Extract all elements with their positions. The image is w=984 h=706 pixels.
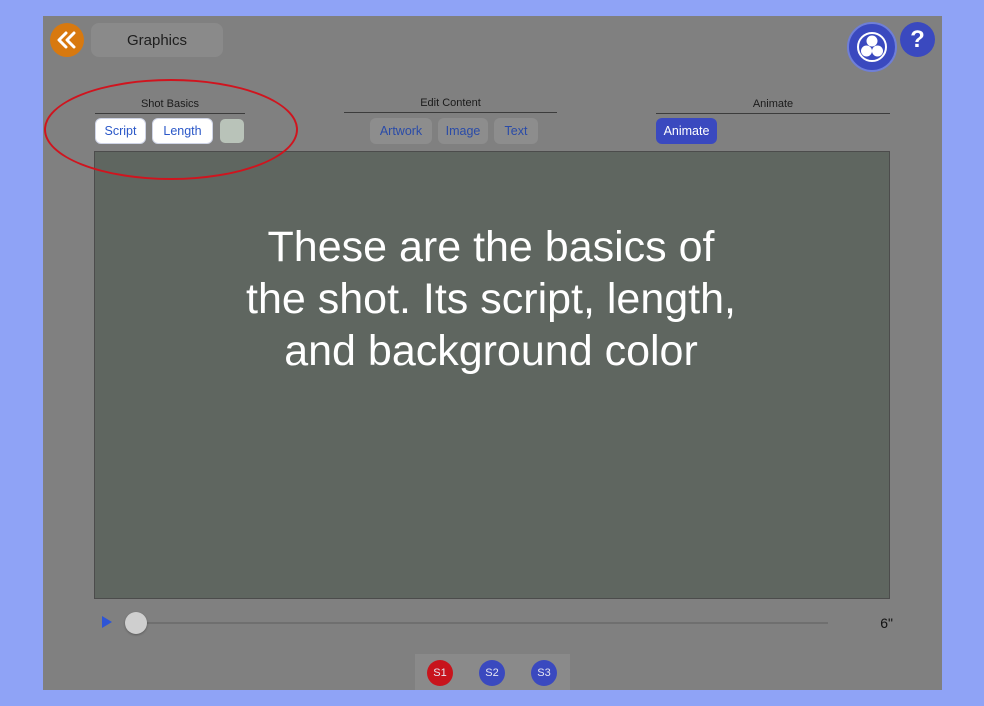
app-window: Graphics ? Shot Basics Script Length Edi… <box>43 16 942 690</box>
artwork-button[interactable]: Artwork <box>370 118 432 144</box>
timeline-scrubber[interactable] <box>125 612 147 634</box>
timeline-track[interactable] <box>128 622 828 624</box>
three-circles-logo-icon <box>857 32 887 62</box>
animate-heading: Animate <box>656 98 890 114</box>
text-button[interactable]: Text <box>494 118 538 144</box>
play-icon[interactable] <box>102 616 112 628</box>
shot-button-s1[interactable]: S1 <box>427 660 453 686</box>
tutorial-overlay-text: These are the basics of the shot. Its sc… <box>246 223 736 375</box>
tutorial-highlight-ellipse <box>44 79 298 180</box>
shot-button-s2[interactable]: S2 <box>479 660 505 686</box>
app-menu-button[interactable] <box>847 22 897 72</box>
image-button[interactable]: Image <box>438 118 488 144</box>
double-chevron-left-icon <box>57 31 76 49</box>
page-title: Graphics <box>91 23 223 57</box>
animate-button[interactable]: Animate <box>656 118 717 144</box>
edit-content-heading: Edit Content <box>344 97 557 113</box>
shot-length-label: 6" <box>880 615 893 631</box>
help-button[interactable]: ? <box>900 22 935 57</box>
shot-button-s3[interactable]: S3 <box>531 660 557 686</box>
back-button[interactable] <box>50 23 84 57</box>
